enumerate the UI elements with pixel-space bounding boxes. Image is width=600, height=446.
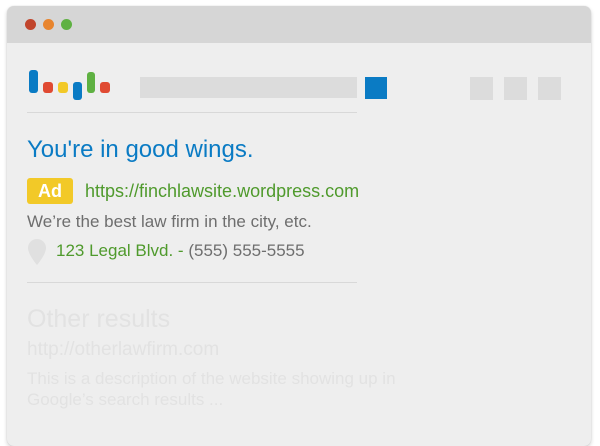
address-link[interactable]: 123 Legal Blvd. -: [56, 241, 184, 260]
toolbar-button-2[interactable]: [504, 77, 527, 100]
divider-top: [27, 112, 357, 113]
ad-badge: Ad: [27, 178, 73, 204]
other-result-url[interactable]: http://otherlawfirm.com: [27, 339, 219, 361]
search-button[interactable]: [365, 77, 387, 99]
logo-bar-2: [43, 82, 53, 93]
map-pin-icon: [28, 239, 46, 265]
close-dot[interactable]: [25, 19, 36, 30]
other-result-description: This is a description of the website sho…: [27, 369, 396, 409]
logo-bar-4: [73, 82, 82, 100]
search-engine-logo[interactable]: [29, 70, 119, 100]
ad-url-link[interactable]: https://finchlawsite.wordpress.com: [85, 181, 359, 202]
ad-description: We’re the best law firm in the city, etc…: [27, 212, 312, 231]
logo-bar-3: [58, 82, 68, 93]
address-line: 123 Legal Blvd. - (555) 555-5555: [56, 241, 305, 261]
logo-bar-1: [29, 70, 38, 93]
toolbar-button-1[interactable]: [470, 77, 493, 100]
logo-bar-6: [100, 82, 110, 93]
divider-middle: [27, 282, 357, 283]
toolbar-button-3[interactable]: [538, 77, 561, 100]
ad-title-link[interactable]: You're in good wings.: [27, 136, 254, 164]
browser-window: You're in good wings. Ad https://finchla…: [7, 6, 591, 446]
minimize-dot[interactable]: [43, 19, 54, 30]
maximize-dot[interactable]: [61, 19, 72, 30]
other-results-title[interactable]: Other results: [27, 305, 170, 334]
title-bar: [7, 6, 591, 43]
logo-bar-5: [87, 72, 95, 93]
search-input[interactable]: [140, 77, 357, 98]
phone-number[interactable]: (555) 555-5555: [188, 241, 304, 260]
